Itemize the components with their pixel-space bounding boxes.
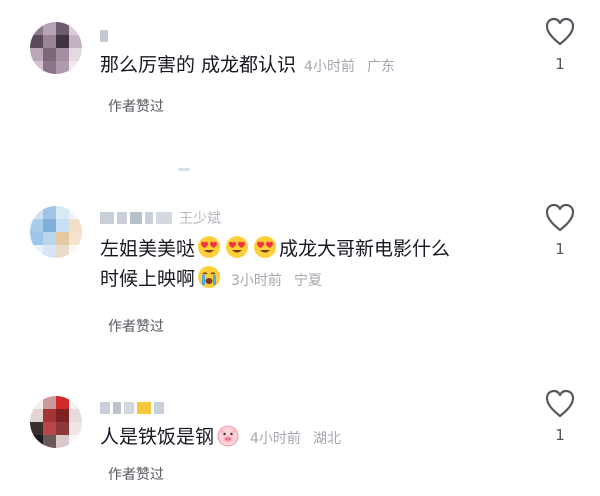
username-blur	[156, 212, 172, 224]
username[interactable]	[100, 400, 164, 416]
comment-location: 宁夏	[293, 273, 322, 289]
heart-eyes-emoji	[254, 236, 277, 258]
comment-location: 湖北	[312, 431, 341, 447]
like-count: 1	[555, 426, 565, 444]
username-text: 王少斌	[179, 211, 221, 227]
comment-body: 左姐美美哒	[100, 238, 196, 260]
heart-outline-icon[interactable]	[544, 16, 576, 48]
heart-outline-icon[interactable]	[544, 202, 576, 234]
comment-location: 广东	[367, 59, 396, 75]
comment-text: 那么厉害的 成龙都认识 4小时前 广东	[100, 50, 520, 82]
username-blur	[130, 212, 142, 224]
comment-body: 成龙大哥新电影什么	[279, 238, 451, 260]
avatar[interactable]	[30, 206, 82, 258]
heart-eyes-emoji	[226, 236, 249, 258]
username-blur	[124, 402, 134, 414]
comment-body: 那么厉害的 成龙都认识	[100, 54, 297, 76]
like-count: 1	[555, 55, 565, 73]
username-blur	[100, 402, 110, 414]
heart-outline-icon[interactable]	[544, 388, 576, 420]
username-blur	[117, 212, 127, 224]
comment-time: 3小时前	[231, 273, 282, 289]
author-liked-badge: 作者赞过	[108, 319, 164, 335]
comment-time: 4小时前	[250, 431, 301, 447]
comment-time: 4小时前	[304, 59, 355, 75]
comment-text: 左姐美美哒 成龙大哥新电影什么 时候上映啊 3小时前 宁夏	[100, 234, 520, 296]
comment-text: 人是铁饭是钢 4小时前 湖北	[100, 422, 520, 454]
crying-emoji	[198, 266, 221, 288]
avatar[interactable]	[30, 22, 82, 74]
username-blur	[145, 212, 153, 224]
like-count: 1	[555, 240, 565, 258]
comment-item: 那么厉害的 成龙都认识 4小时前 广东 作者赞过 1	[0, 0, 600, 130]
comment-item: 王少斌 左姐美美哒 成龙大哥新电影什么 时候上映啊 3小时前 宁夏 作者赞过 1	[0, 190, 600, 350]
comment-item: 人是铁饭是钢 4小时前 湖北 作者赞过 1	[0, 380, 600, 496]
author-liked-badge: 作者赞过	[108, 467, 164, 483]
username[interactable]	[100, 28, 108, 44]
divider-dot	[178, 168, 190, 171]
username-blur	[154, 402, 164, 414]
username-blur	[100, 212, 114, 224]
username-blur	[113, 402, 121, 414]
username[interactable]: 王少斌	[100, 210, 221, 227]
comment-body: 人是铁饭是钢	[100, 426, 215, 448]
username-blur	[137, 402, 151, 414]
avatar[interactable]	[30, 396, 82, 448]
pig-emoji	[217, 425, 239, 447]
username-blur	[100, 30, 108, 42]
author-liked-badge: 作者赞过	[108, 99, 164, 115]
comment-body: 时候上映啊	[100, 268, 196, 290]
heart-eyes-emoji	[198, 236, 221, 258]
